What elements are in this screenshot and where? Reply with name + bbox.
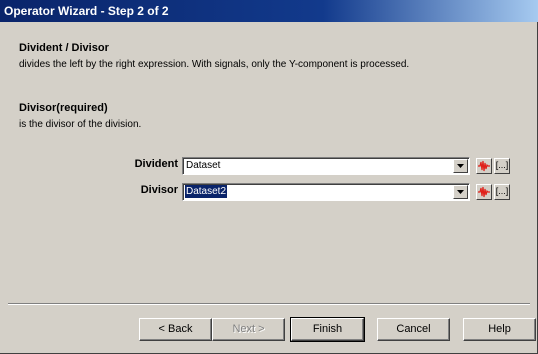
chevron-down-icon — [457, 164, 464, 168]
divisor-signal-button[interactable] — [476, 184, 492, 200]
divisor-value: Dataset2 — [185, 185, 228, 198]
divident-combobox[interactable]: Dataset — [182, 157, 470, 175]
help-button[interactable]: Help — [463, 318, 536, 341]
divident-signal-button[interactable] — [476, 158, 492, 174]
divident-value: Dataset — [186, 160, 221, 171]
signal-icon — [478, 160, 490, 172]
operator-heading: Divident / Divisor — [19, 42, 109, 54]
chevron-down-icon — [457, 190, 464, 194]
divident-dropdown-button[interactable] — [453, 159, 468, 173]
next-button[interactable]: Next > — [212, 318, 285, 341]
browse-label: [...] — [495, 160, 509, 170]
cancel-button[interactable]: Cancel — [377, 318, 450, 341]
divisor-combobox[interactable]: Dataset2 — [182, 183, 470, 201]
signal-icon — [478, 186, 490, 198]
divisor-label: Divisor — [140, 184, 178, 196]
operator-description: divides the left by the right expression… — [19, 59, 410, 70]
divident-label: Divident — [134, 158, 178, 170]
parameter-description: is the divisor of the division. — [19, 119, 142, 130]
browse-label: [...] — [495, 186, 509, 196]
divisor-browse-button[interactable]: [...] — [494, 184, 510, 200]
back-button[interactable]: < Back — [139, 318, 212, 341]
finish-button[interactable]: Finish — [290, 317, 365, 342]
footer-separator — [8, 303, 530, 305]
parameter-heading: Divisor(required) — [19, 102, 108, 114]
divisor-dropdown-button[interactable] — [453, 185, 468, 199]
operator-wizard-dialog: Operator Wizard - Step 2 of 2 Divident /… — [0, 0, 538, 354]
title-bar: Operator Wizard - Step 2 of 2 — [0, 0, 538, 22]
divident-browse-button[interactable]: [...] — [494, 158, 510, 174]
